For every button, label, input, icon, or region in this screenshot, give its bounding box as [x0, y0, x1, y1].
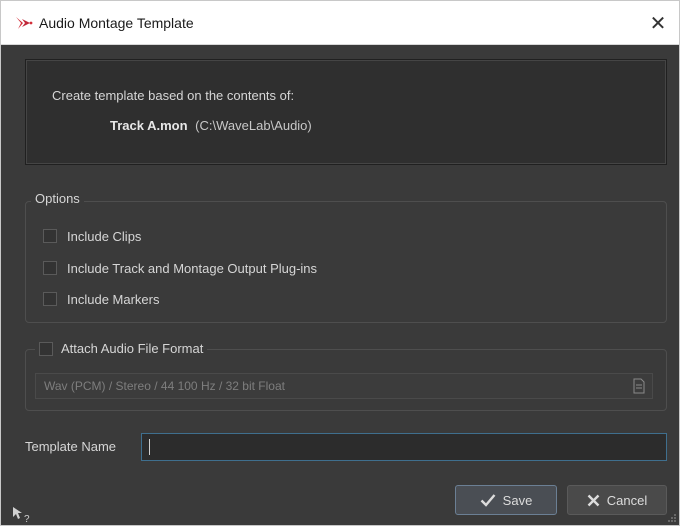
whats-this-help-icon[interactable]: ?	[11, 505, 33, 523]
audio-format-value: Wav (PCM) / Stereo / 44 100 Hz / 32 bit …	[44, 379, 285, 393]
source-info-text: Create template based on the contents of…	[52, 88, 295, 103]
close-button[interactable]: ✕	[643, 9, 673, 37]
file-icon	[633, 378, 645, 394]
resize-grip-icon[interactable]	[667, 513, 677, 523]
dialog-title: Audio Montage Template	[39, 15, 194, 31]
svg-text:?: ?	[24, 514, 30, 523]
include-clips-option[interactable]: Include Clips	[43, 227, 141, 245]
include-plugins-checkbox[interactable]	[43, 261, 57, 275]
save-button[interactable]: Save	[455, 485, 557, 515]
options-legend: Options	[31, 191, 84, 206]
include-clips-checkbox[interactable]	[43, 229, 57, 243]
attach-format-label: Attach Audio File Format	[61, 341, 204, 356]
close-icon: ✕	[649, 11, 667, 35]
include-markers-option[interactable]: Include Markers	[43, 290, 159, 308]
wavelab-logo-icon	[16, 17, 33, 29]
audio-format-field: Wav (PCM) / Stereo / 44 100 Hz / 32 bit …	[35, 373, 653, 399]
include-clips-label: Include Clips	[67, 228, 142, 244]
attach-format-option[interactable]: Attach Audio File Format	[35, 341, 208, 356]
checkmark-icon	[480, 493, 496, 507]
track-path: (C:\WaveLab\Audio)	[195, 118, 312, 133]
template-name-label: Template Name	[25, 439, 117, 454]
template-name-input[interactable]	[141, 433, 667, 461]
x-icon	[587, 494, 600, 507]
text-caret	[149, 439, 150, 455]
include-markers-checkbox[interactable]	[43, 292, 57, 306]
title-bar: Audio Montage Template ✕	[1, 1, 679, 45]
source-info-panel: Create template based on the contents of…	[25, 59, 667, 165]
cancel-label: Cancel	[606, 492, 648, 508]
include-plugins-option[interactable]: Include Track and Montage Output Plug-in…	[43, 259, 317, 277]
audio-montage-template-dialog: Audio Montage Template ✕ Create template…	[0, 0, 680, 526]
cancel-button[interactable]: Cancel	[567, 485, 667, 515]
track-name: Track A.mon	[110, 118, 188, 133]
save-label: Save	[502, 492, 533, 508]
include-markers-label: Include Markers	[67, 291, 160, 307]
attach-format-checkbox[interactable]	[39, 341, 53, 356]
source-track: Track A.mon (C:\WaveLab\Audio)	[110, 118, 312, 133]
include-plugins-label: Include Track and Montage Output Plug-in…	[67, 260, 318, 276]
